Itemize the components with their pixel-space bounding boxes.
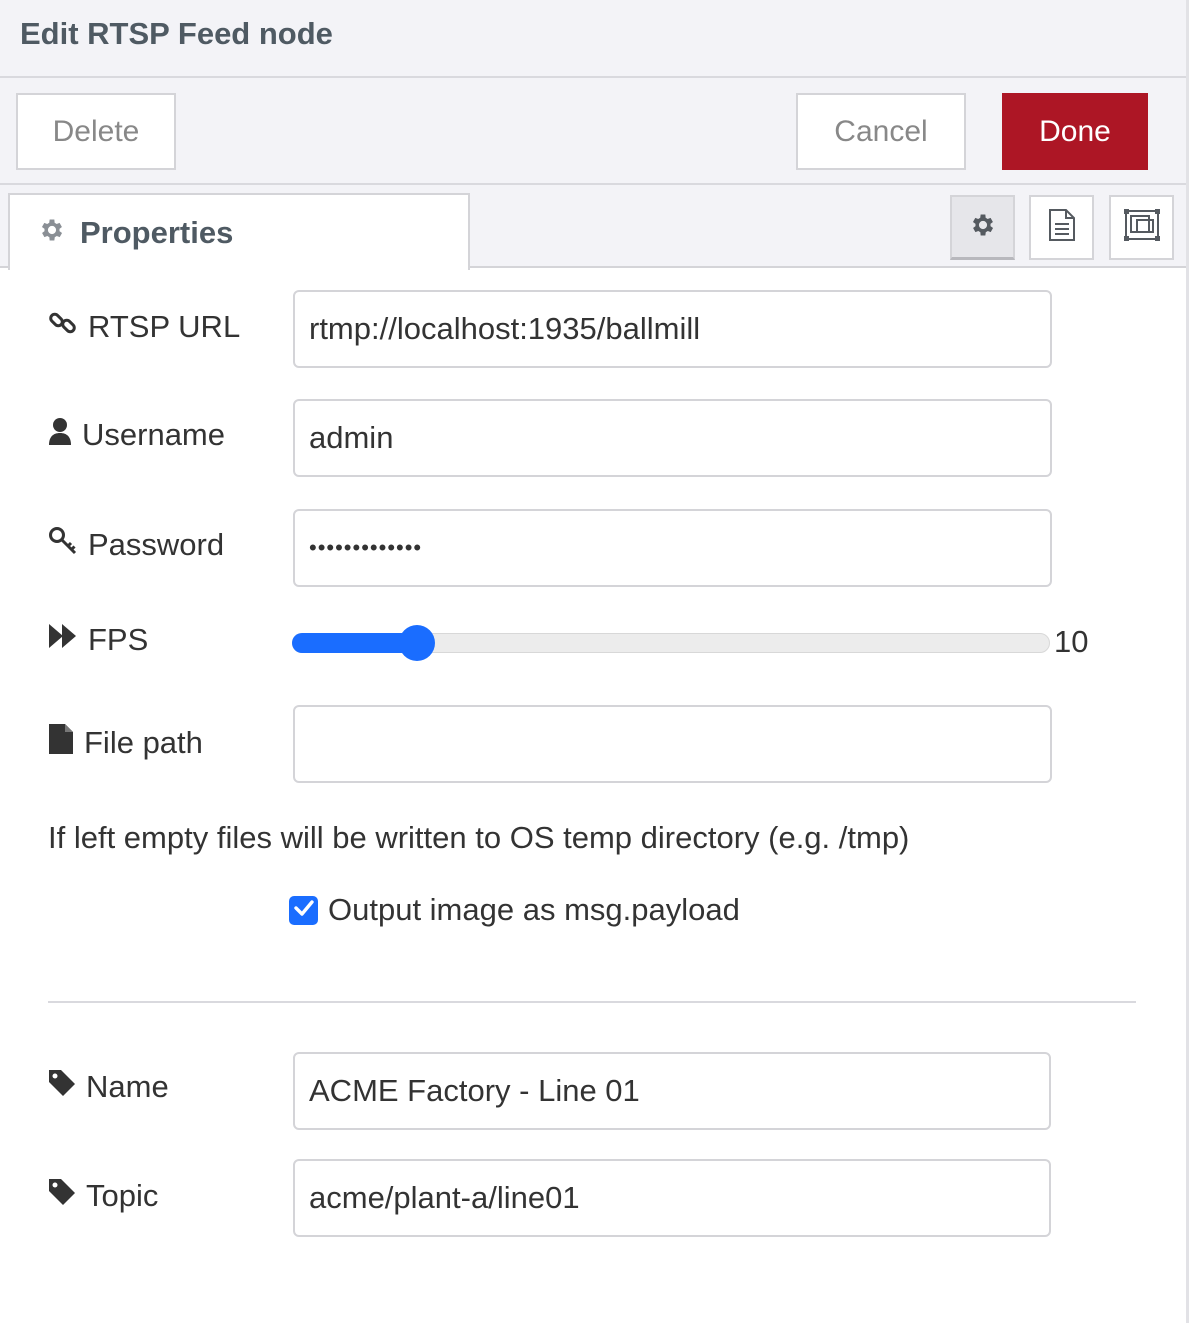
file-path-input[interactable] [293,705,1052,783]
tab-description-button[interactable] [1029,195,1094,260]
dialog-title: Edit RTSP Feed node [20,16,333,51]
done-button[interactable]: Done [1002,93,1148,170]
file-icon [48,723,84,763]
tag-icon [48,1178,86,1214]
file-path-label-text: File path [84,725,203,760]
file-path-label: File path [48,723,203,763]
dialog-header: Edit RTSP Feed node [0,0,1189,78]
tab-properties-label: Properties [80,214,234,250]
delete-button[interactable]: Delete [16,93,176,170]
tag-icon [48,1069,86,1105]
topic-input[interactable] [293,1159,1051,1237]
link-icon [48,308,88,346]
fps-slider-thumb[interactable] [399,625,436,661]
fps-label: FPS [48,622,148,658]
output-image-checkbox[interactable] [289,896,318,925]
topic-label: Topic [48,1178,158,1214]
rtsp-url-input[interactable] [293,290,1052,368]
username-input[interactable] [293,399,1052,477]
password-label-text: Password [88,527,225,562]
password-input[interactable] [293,509,1052,587]
gear-icon [38,216,66,249]
tab-settings-button[interactable] [950,195,1015,260]
fast-forward-icon [48,622,88,658]
rtsp-url-label: RTSP URL [48,308,240,346]
key-icon [48,526,88,564]
username-label: Username [48,416,225,454]
rtsp-url-label-text: RTSP URL [88,309,241,344]
user-icon [48,416,82,454]
checkmark-icon [293,899,314,922]
password-label: Password [48,526,224,564]
cancel-button[interactable]: Cancel [796,93,966,170]
output-image-label: Output image as msg.payload [328,892,740,927]
description-icon [1047,208,1077,247]
name-label-text: Name [86,1069,169,1104]
appearance-icon [1123,208,1161,247]
tab-properties[interactable]: Properties [8,193,470,270]
fps-value: 10 [1054,624,1089,659]
gear-icon [969,211,997,244]
tab-appearance-button[interactable] [1109,195,1174,260]
fps-label-text: FPS [88,622,149,657]
file-path-hint: If left empty files will be written to O… [48,820,910,855]
section-divider [48,1001,1136,1003]
topic-label-text: Topic [86,1178,159,1213]
name-label: Name [48,1069,169,1105]
username-label-text: Username [82,417,225,452]
name-input[interactable] [293,1052,1051,1130]
